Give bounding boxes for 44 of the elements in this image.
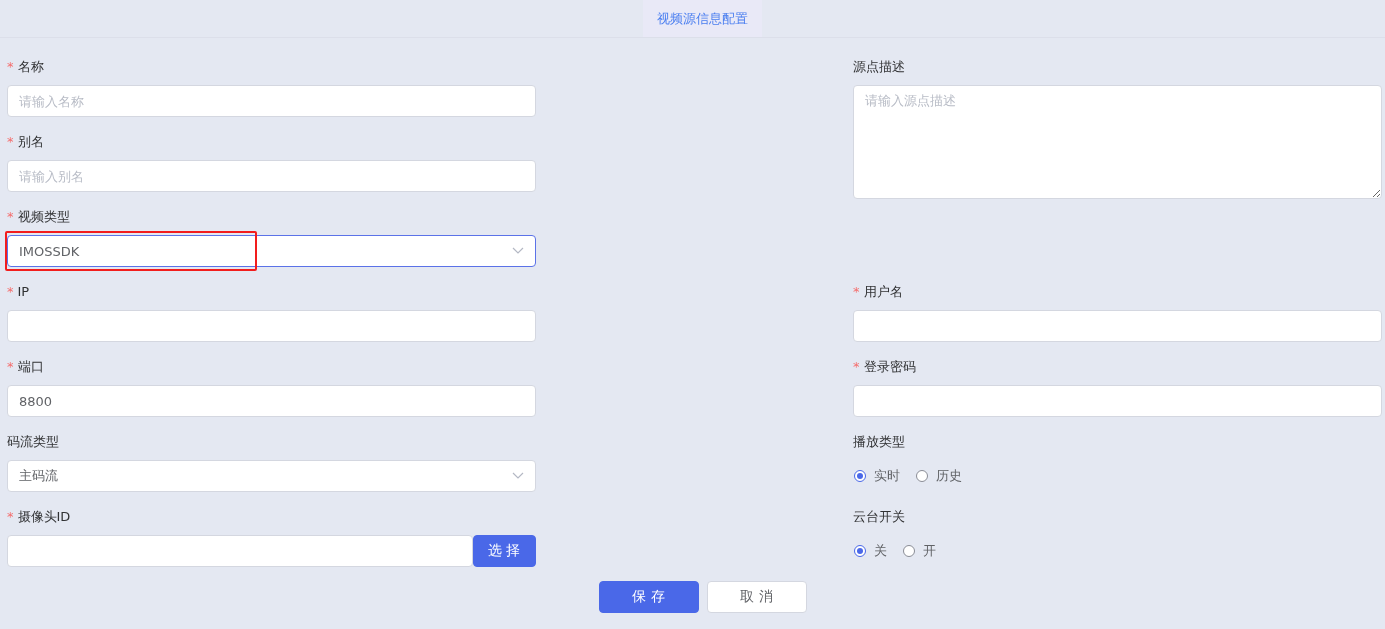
chevron-down-icon [512, 472, 524, 480]
required-asterisk: * [853, 359, 860, 374]
save-button[interactable]: 保 存 [598, 581, 699, 613]
input-field[interactable] [7, 310, 536, 342]
field-label: 用户名 [863, 284, 903, 299]
field-label: 源点描述 [853, 59, 905, 74]
radio-label[interactable]: 关 [874, 542, 887, 560]
page-title: 视频源信息配置 [642, 0, 762, 37]
radio-label[interactable]: 开 [923, 542, 936, 560]
input-field[interactable]: 8800 [7, 385, 536, 417]
radio-button[interactable] [854, 470, 866, 482]
field-label: 登录密码 [863, 359, 916, 374]
chevron-down-icon [512, 247, 524, 255]
field-label: 名称 [17, 59, 44, 74]
field-label: 云台开关 [853, 509, 905, 524]
input-field[interactable] [853, 310, 1382, 342]
field-label: 端口 [17, 359, 44, 374]
select-field[interactable]: 主码流 [7, 460, 536, 492]
cancel-button[interactable]: 取 消 [706, 581, 807, 613]
textarea-field[interactable]: 请输入源点描述 [853, 85, 1382, 199]
field-label: 播放类型 [853, 434, 905, 449]
select-button[interactable]: 选 择 [472, 535, 536, 567]
field-label: 码流类型 [7, 434, 59, 449]
required-asterisk: * [853, 284, 860, 299]
input-field[interactable] [853, 385, 1382, 417]
required-asterisk: * [7, 284, 14, 299]
radio-label[interactable]: 历史 [936, 467, 962, 485]
required-asterisk: * [7, 134, 14, 149]
field-label: 视频类型 [17, 209, 70, 224]
radio-label[interactable]: 实时 [874, 467, 900, 485]
radio-button[interactable] [854, 545, 866, 557]
required-asterisk: * [7, 359, 14, 374]
field-label: 摄像头ID [17, 509, 71, 524]
input-field[interactable]: 请输入别名 [7, 160, 536, 192]
field-label: 别名 [17, 134, 44, 149]
required-asterisk: * [7, 509, 14, 524]
required-asterisk: * [7, 59, 14, 74]
input-field[interactable]: 请输入名称 [7, 85, 536, 117]
radio-button[interactable] [903, 545, 915, 557]
field-label: IP [17, 284, 30, 299]
input-field[interactable] [7, 535, 473, 567]
radio-button[interactable] [916, 470, 928, 482]
required-asterisk: * [7, 209, 14, 224]
select-field[interactable]: IMOSSDK [7, 235, 536, 267]
